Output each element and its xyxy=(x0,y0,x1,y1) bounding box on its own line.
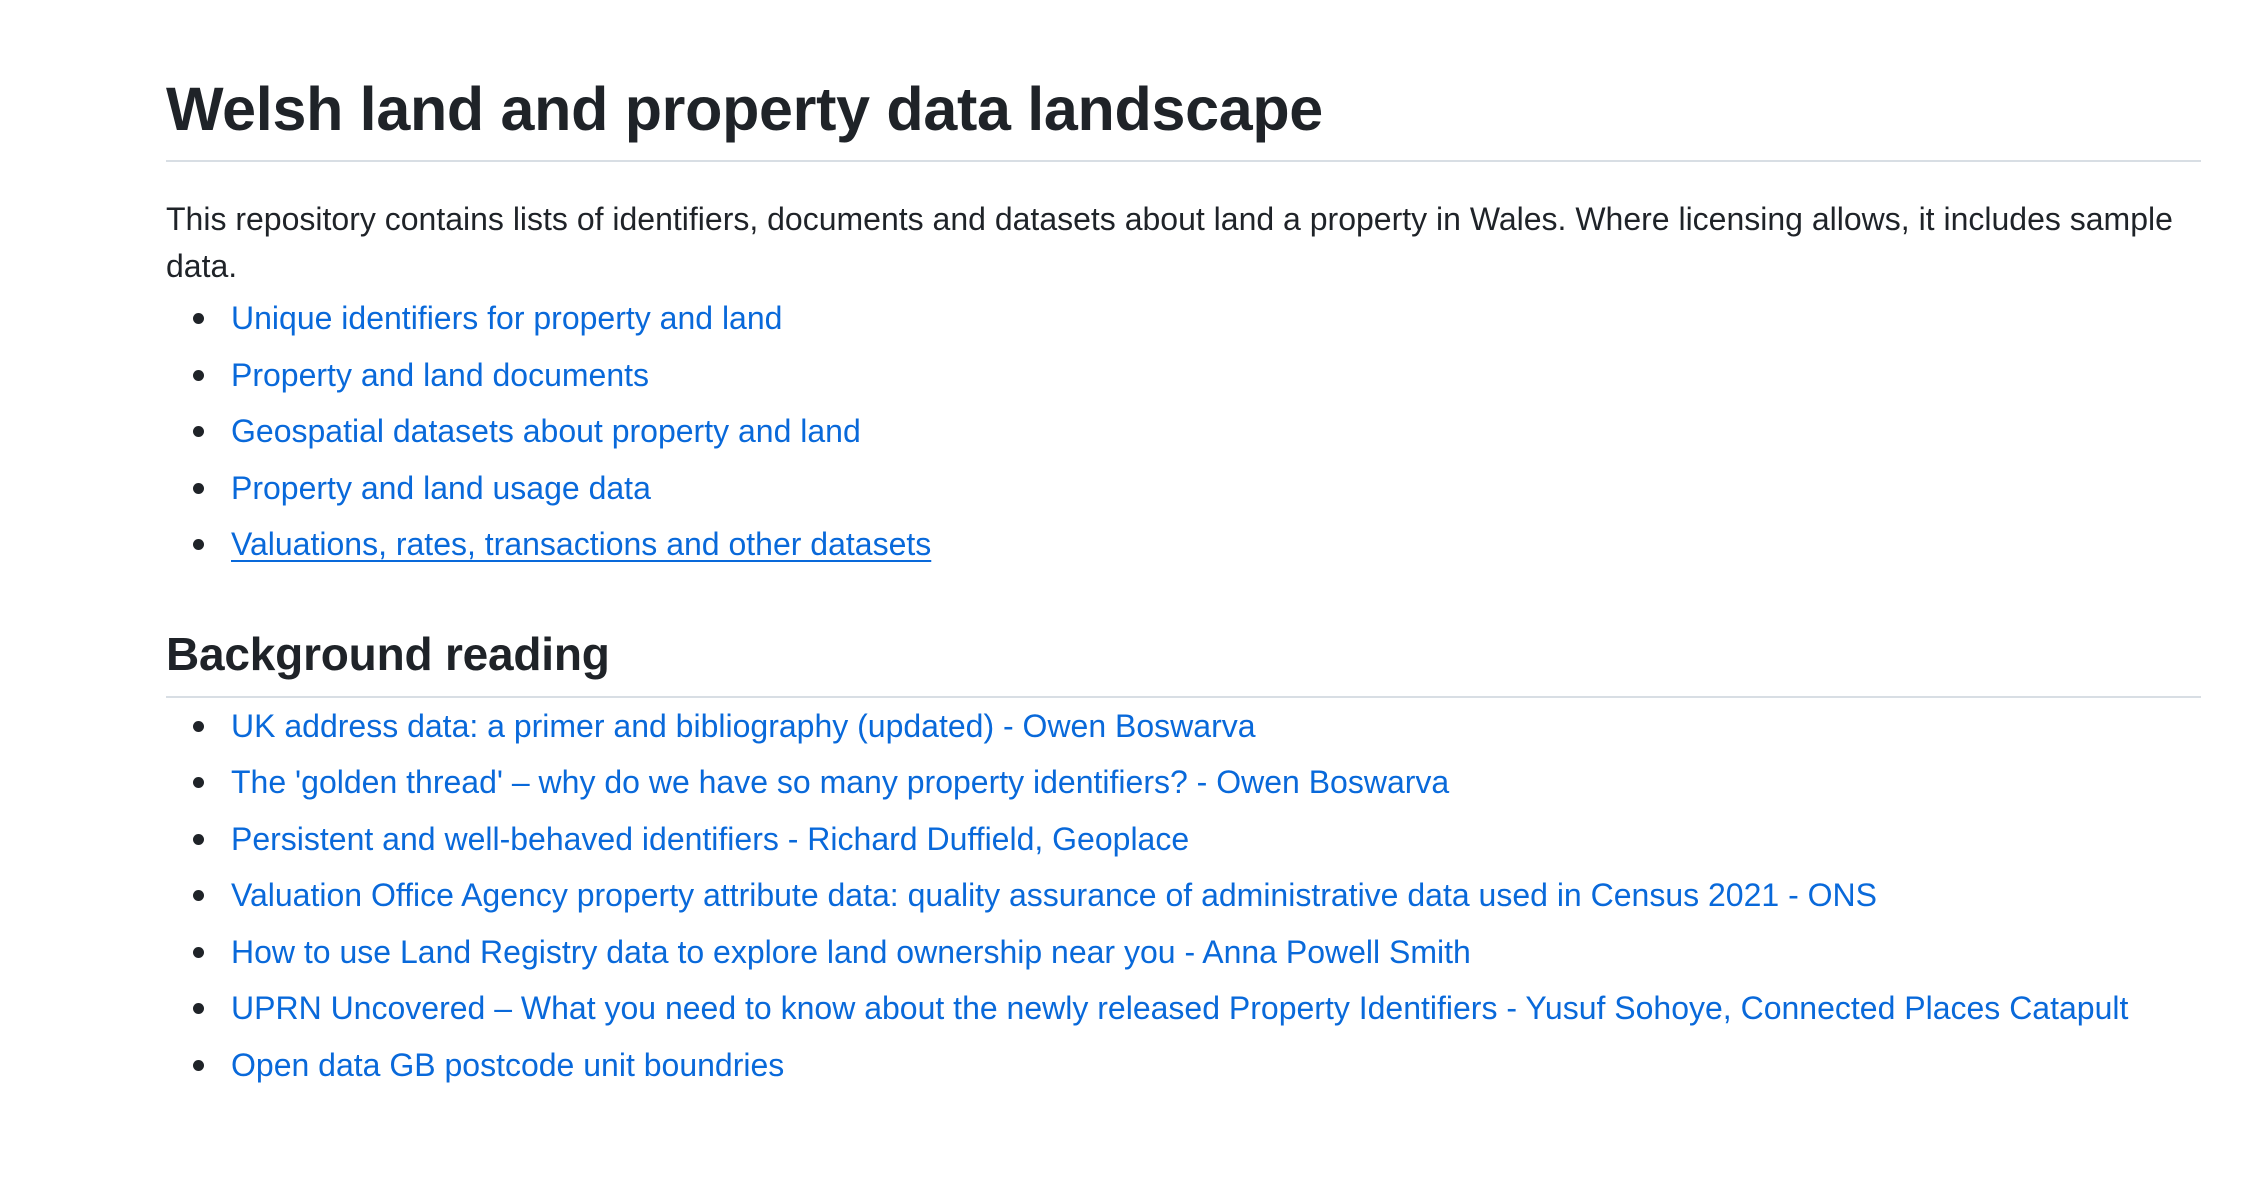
bullet-icon xyxy=(193,369,204,381)
bullet-icon xyxy=(193,833,204,845)
bullet-icon xyxy=(193,890,204,901)
list-item: Open data GB postcode unit boundries xyxy=(166,1037,2201,1094)
bullet-icon xyxy=(193,777,204,788)
link-uprn-uncovered[interactable]: UPRN Uncovered – What you need to know a… xyxy=(231,990,2128,1026)
link-geospatial-datasets[interactable]: Geospatial datasets about property and l… xyxy=(231,413,861,449)
intro-paragraph: This repository contains lists of identi… xyxy=(166,201,2173,284)
title-divider xyxy=(166,160,2201,162)
bullet-icon xyxy=(193,720,204,732)
bullet-icon xyxy=(193,1003,204,1014)
list-item: Valuations, rates, transactions and othe… xyxy=(166,516,2201,573)
list-item: The 'golden thread' – why do we have so … xyxy=(166,754,2201,811)
list-item: Property and land documents xyxy=(166,347,2201,404)
list-item: UK address data: a primer and bibliograp… xyxy=(166,698,2201,755)
bullet-icon xyxy=(193,313,204,324)
list-item: How to use Land Registry data to explore… xyxy=(166,924,2201,981)
link-postcode-boundaries[interactable]: Open data GB postcode unit boundries xyxy=(231,1047,784,1083)
link-golden-thread[interactable]: The 'golden thread' – why do we have so … xyxy=(231,764,1449,800)
bullet-icon xyxy=(193,426,204,437)
page-title: Welsh land and property data landscape xyxy=(166,75,1323,143)
list-item: Persistent and well-behaved identifiers … xyxy=(166,811,2201,868)
background-reading-list: UK address data: a primer and bibliograp… xyxy=(166,698,2201,1094)
link-usage-data[interactable]: Property and land usage data xyxy=(231,470,651,506)
link-valuations-rates[interactable]: Valuations, rates, transactions and othe… xyxy=(231,526,931,562)
bullet-icon xyxy=(193,1059,204,1071)
link-property-land-documents[interactable]: Property and land documents xyxy=(231,357,649,393)
background-reading-heading: Background reading xyxy=(166,627,610,680)
contents-list: Unique identifiers for property and land… xyxy=(166,290,2201,573)
link-land-registry-ownership[interactable]: How to use Land Registry data to explore… xyxy=(231,934,1471,970)
link-unique-identifiers[interactable]: Unique identifiers for property and land xyxy=(231,300,782,336)
link-uk-address-data[interactable]: UK address data: a primer and bibliograp… xyxy=(231,708,1256,744)
list-item: Property and land usage data xyxy=(166,460,2201,517)
list-item: UPRN Uncovered – What you need to know a… xyxy=(166,980,2201,1037)
bullet-icon xyxy=(193,482,204,494)
link-voa-attribute-data[interactable]: Valuation Office Agency property attribu… xyxy=(231,877,1877,913)
list-item: Geospatial datasets about property and l… xyxy=(166,403,2201,460)
bullet-icon xyxy=(193,946,204,958)
bullet-icon xyxy=(193,539,204,550)
readme-content: Welsh land and property data landscape T… xyxy=(166,0,2201,1093)
list-item: Unique identifiers for property and land xyxy=(166,290,2201,347)
link-persistent-identifiers[interactable]: Persistent and well-behaved identifiers … xyxy=(231,821,1189,857)
list-item: Valuation Office Agency property attribu… xyxy=(166,867,2201,924)
